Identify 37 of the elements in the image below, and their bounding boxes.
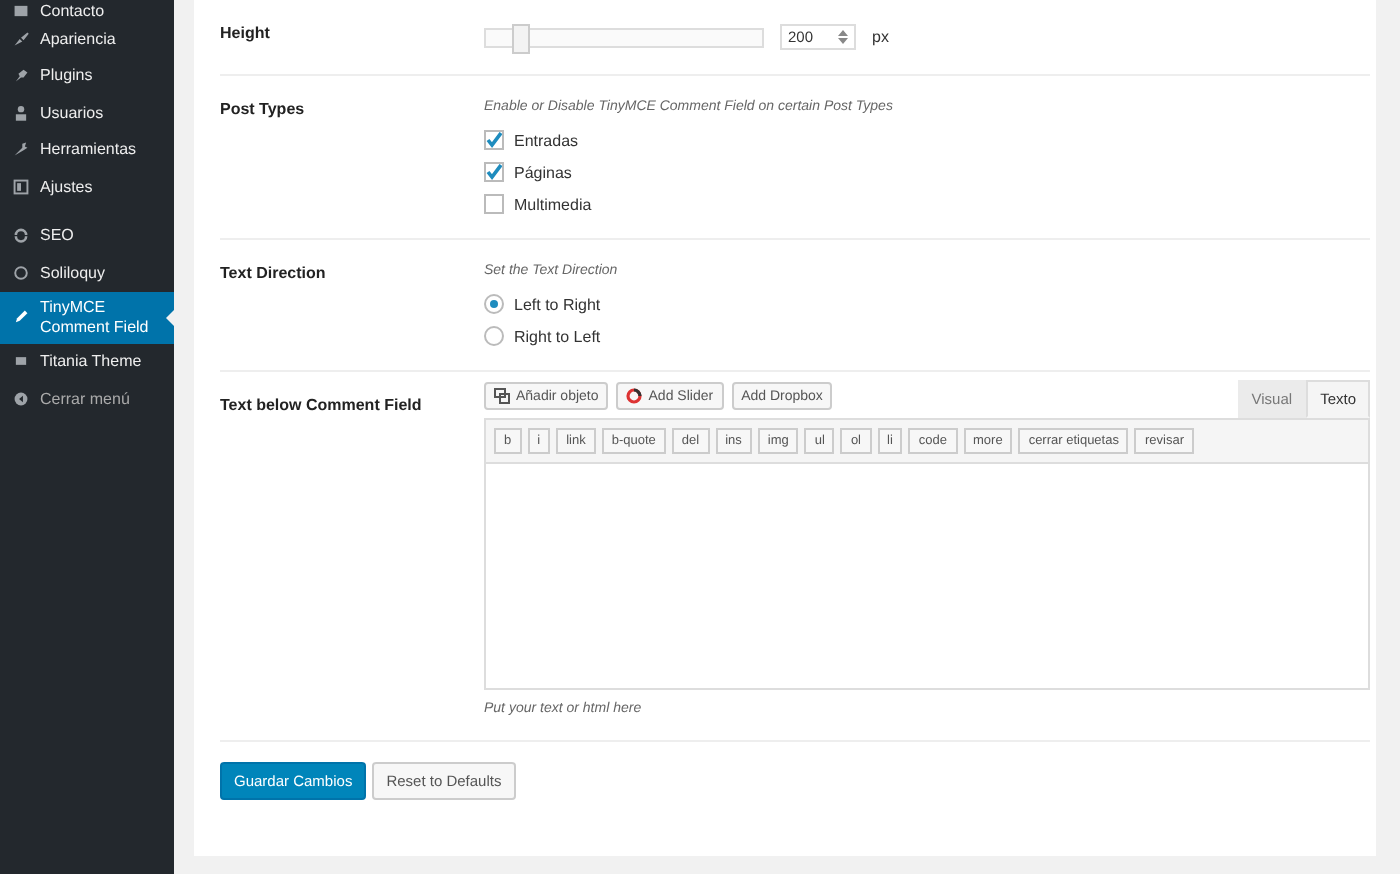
checkbox[interactable] <box>484 162 504 182</box>
sidebar-item[interactable]: Titania Theme <box>0 343 174 380</box>
radio-label: Left to Right <box>514 295 601 313</box>
pencil-icon <box>12 308 30 326</box>
unit-label: px <box>872 28 889 46</box>
sidebar-item[interactable]: Cerrar menú <box>0 380 174 417</box>
spinner-icon <box>838 30 848 44</box>
sidebar-item[interactable]: Apariencia <box>0 20 174 57</box>
checkbox[interactable] <box>484 130 504 150</box>
field-label: Text Direction <box>220 264 328 286</box>
checkbox[interactable] <box>484 194 504 214</box>
ring-icon <box>12 263 30 282</box>
checkbox-label: Páginas <box>514 163 572 181</box>
sidebar-item[interactable]: TinyMCE Comment Field <box>0 291 174 343</box>
sidebar-item[interactable]: SEO <box>0 217 174 254</box>
field-label: Height <box>220 24 272 46</box>
media-icon <box>494 388 510 404</box>
sidebar-item[interactable]: Soliloquy <box>0 254 174 291</box>
radio-button[interactable] <box>484 326 504 346</box>
collapse-icon <box>12 389 30 408</box>
sidebar-item[interactable]: Plugins <box>0 57 174 94</box>
field-label: Text below Comment Field <box>220 396 424 418</box>
checkbox-label: Multimedia <box>514 195 592 213</box>
slider-thumb[interactable] <box>511 23 530 53</box>
ring-icon <box>626 388 643 404</box>
radio-label: Right to Left <box>514 327 601 345</box>
text-area[interactable] <box>484 464 1370 690</box>
grid-icon <box>12 177 30 196</box>
sidebar-item[interactable]: Herramientas <box>0 131 174 168</box>
square-icon <box>12 352 30 371</box>
sidebar-item[interactable]: Usuarios <box>0 94 174 131</box>
sidebar-item[interactable]: Contacto <box>0 0 174 20</box>
radio-button[interactable] <box>484 294 504 314</box>
user-icon <box>12 103 30 122</box>
field-label: Post Types <box>220 100 307 122</box>
sidebar-item[interactable]: Ajustes <box>0 168 174 205</box>
checkbox-label: Entradas <box>514 131 579 149</box>
